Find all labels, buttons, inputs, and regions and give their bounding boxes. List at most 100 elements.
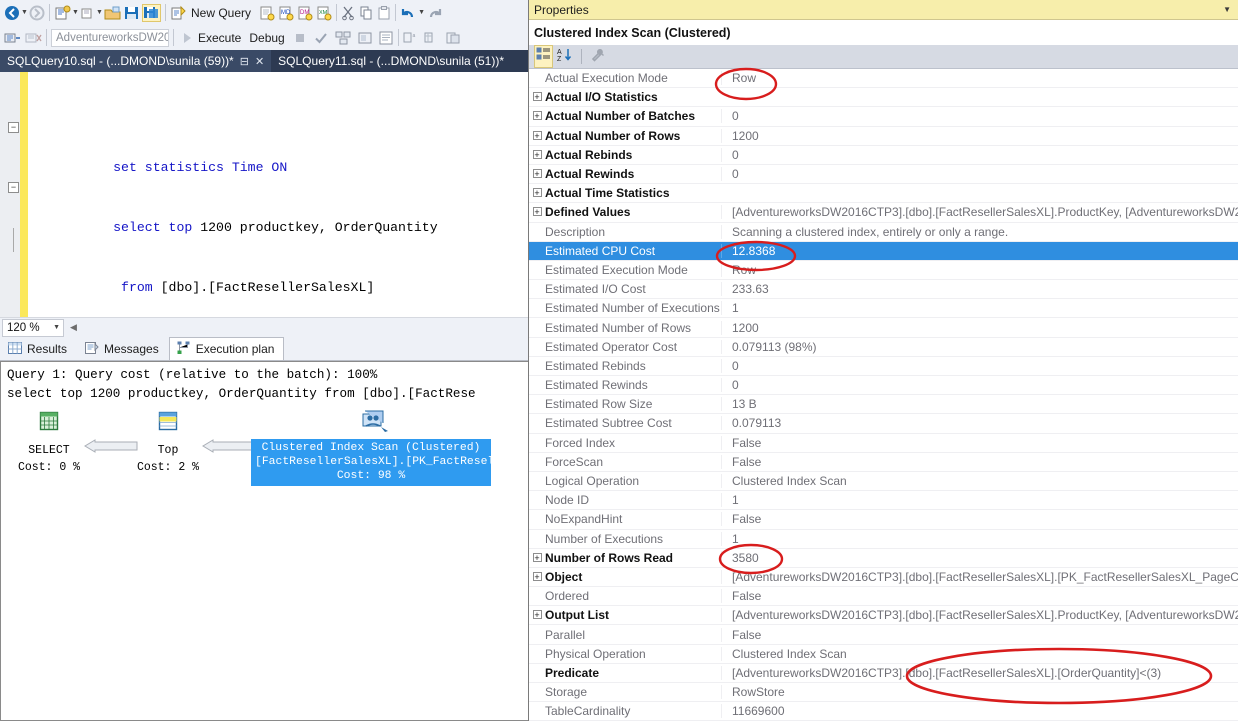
property-row[interactable]: Estimated Rewinds 0 bbox=[529, 376, 1238, 396]
undo-icon[interactable] bbox=[400, 5, 417, 21]
property-value[interactable]: 0.079113 (98%) bbox=[721, 339, 1238, 354]
property-value[interactable]: 1 bbox=[721, 493, 1238, 508]
property-row[interactable]: Predicate [AdventureworksDW2016CTP3].[dbo… bbox=[529, 664, 1238, 683]
display-estimated-plan-icon[interactable] bbox=[335, 30, 352, 46]
property-row[interactable]: Node ID 1 bbox=[529, 491, 1238, 511]
property-value[interactable]: [AdventureworksDW2016CTP3].[dbo].[FactRe… bbox=[721, 665, 1238, 680]
zoom-level-select[interactable]: 120 % ▼ bbox=[2, 318, 64, 337]
cut-icon[interactable] bbox=[341, 5, 355, 21]
property-value[interactable]: 0 bbox=[721, 109, 1238, 124]
property-row[interactable]: + Actual Time Statistics bbox=[529, 184, 1238, 204]
fold-toggle-icon[interactable]: − bbox=[8, 122, 19, 133]
back-dropdown-icon[interactable]: ▼ bbox=[20, 4, 29, 22]
alphabetical-icon[interactable]: AZ bbox=[557, 47, 573, 67]
include-actual-plan-icon[interactable] bbox=[378, 30, 394, 46]
property-value[interactable]: 12.8368 bbox=[721, 243, 1238, 258]
property-value[interactable]: 233.63 bbox=[721, 282, 1238, 297]
navigate-back-icon[interactable] bbox=[4, 5, 20, 21]
execute-icon[interactable] bbox=[180, 30, 194, 46]
property-row[interactable]: NoExpandHint False bbox=[529, 510, 1238, 530]
pin-icon[interactable]: ⊟ bbox=[240, 55, 249, 68]
query-editor[interactable]: − set statistics Time ON − select top 12… bbox=[0, 72, 528, 335]
close-icon[interactable]: ✕ bbox=[255, 55, 264, 68]
expand-icon[interactable]: + bbox=[529, 169, 545, 179]
property-row[interactable]: + Actual Number of Batches 0 bbox=[529, 107, 1238, 127]
property-value[interactable]: 1 bbox=[721, 301, 1238, 316]
property-row[interactable]: Description Scanning a clustered index, e… bbox=[529, 223, 1238, 242]
property-value[interactable]: [AdventureworksDW2016CTP3].[dbo].[FactRe… bbox=[721, 205, 1238, 220]
property-row[interactable]: + Output List [AdventureworksDW2016CTP3].[… bbox=[529, 606, 1238, 626]
expand-icon[interactable]: + bbox=[529, 111, 545, 121]
property-value[interactable]: False bbox=[721, 627, 1238, 642]
property-row[interactable]: Estimated Row Size 13 B bbox=[529, 395, 1238, 415]
hscroll-left-icon[interactable]: ◀ bbox=[70, 322, 77, 333]
new-database-query-icon[interactable] bbox=[170, 5, 187, 21]
property-value[interactable]: Row bbox=[721, 262, 1238, 277]
results-to-file-icon[interactable] bbox=[445, 30, 462, 46]
plan-node-top[interactable]: Top Cost: 2 % bbox=[129, 410, 207, 475]
property-row[interactable]: Estimated Number of Executions 1 bbox=[529, 299, 1238, 319]
categorized-icon[interactable] bbox=[534, 45, 553, 68]
property-row[interactable]: + Actual Rebinds 0 bbox=[529, 146, 1238, 165]
property-value[interactable]: Clustered Index Scan bbox=[721, 646, 1238, 661]
connect-object-explorer-icon[interactable] bbox=[4, 30, 21, 46]
property-value[interactable]: 1 bbox=[721, 531, 1238, 546]
expand-icon[interactable]: + bbox=[529, 92, 545, 102]
property-row[interactable]: Estimated Execution Mode Row bbox=[529, 261, 1238, 281]
new-query-blank-icon[interactable] bbox=[259, 5, 275, 21]
property-value[interactable]: Row bbox=[721, 71, 1238, 86]
property-row[interactable]: Forced Index False bbox=[529, 434, 1238, 453]
save-all-icon[interactable] bbox=[142, 3, 161, 22]
execute-label[interactable]: Execute bbox=[194, 31, 245, 45]
tab-results[interactable]: Results bbox=[0, 337, 77, 360]
property-value[interactable]: 0 bbox=[721, 358, 1238, 373]
debug-label[interactable]: Debug bbox=[245, 31, 288, 45]
property-value[interactable]: [AdventureworksDW2016CTP3].[dbo].[FactRe… bbox=[721, 569, 1238, 584]
property-value[interactable]: False bbox=[721, 512, 1238, 527]
chevron-down-icon[interactable]: ▼ bbox=[1223, 5, 1231, 14]
redo-icon[interactable] bbox=[426, 5, 443, 21]
new-mdx-query-icon[interactable]: MD bbox=[278, 5, 294, 21]
property-value[interactable]: False bbox=[721, 589, 1238, 604]
parse-check-icon[interactable] bbox=[313, 30, 329, 46]
property-row[interactable]: + Defined Values [AdventureworksDW2016CTP3… bbox=[529, 203, 1238, 223]
sql-code[interactable]: − set statistics Time ON − select top 12… bbox=[8, 78, 528, 335]
plan-node-select[interactable]: SELECT Cost: 0 % bbox=[9, 410, 89, 475]
property-value[interactable]: 11669600 bbox=[721, 704, 1238, 719]
stop-icon[interactable] bbox=[293, 30, 307, 46]
property-row[interactable]: + Number of Rows Read 3580 bbox=[529, 549, 1238, 568]
property-row[interactable]: Ordered False bbox=[529, 587, 1238, 607]
property-row[interactable]: Estimated I/O Cost 233.63 bbox=[529, 280, 1238, 300]
property-value[interactable]: 0 bbox=[721, 167, 1238, 182]
property-value[interactable]: [AdventureworksDW2016CTP3].[dbo].[FactRe… bbox=[721, 608, 1238, 623]
undo-dropdown-icon[interactable]: ▼ bbox=[417, 4, 426, 22]
execution-plan-pane[interactable]: Query 1: Query cost (relative to the bat… bbox=[0, 361, 528, 721]
property-row[interactable]: Actual Execution Mode Row bbox=[529, 69, 1238, 89]
plan-node-clustered-index-scan[interactable] bbox=[353, 407, 397, 440]
property-value[interactable]: RowStore bbox=[721, 685, 1238, 700]
property-row[interactable]: Number of Executions 1 bbox=[529, 530, 1238, 549]
disconnect-icon[interactable] bbox=[25, 30, 42, 46]
property-value[interactable]: 1200 bbox=[721, 128, 1238, 143]
property-row[interactable]: + Object [AdventureworksDW2016CTP3].[dbo].… bbox=[529, 568, 1238, 588]
property-row[interactable]: Logical Operation Clustered Index Scan bbox=[529, 472, 1238, 492]
property-pages-icon[interactable] bbox=[590, 47, 606, 67]
tab-sqlquery10[interactable]: SQLQuery10.sql - (...DMOND\sunila (59))*… bbox=[0, 50, 272, 72]
expand-icon[interactable]: + bbox=[529, 207, 545, 217]
property-value[interactable]: False bbox=[721, 435, 1238, 450]
property-value[interactable]: False bbox=[721, 454, 1238, 469]
new-query-dropdown-icon[interactable]: ▼ bbox=[71, 4, 80, 22]
expand-icon[interactable]: + bbox=[529, 188, 545, 198]
property-value[interactable]: Clustered Index Scan bbox=[721, 474, 1238, 489]
property-value[interactable]: 0 bbox=[721, 147, 1238, 162]
expand-icon[interactable]: + bbox=[529, 610, 545, 620]
open-folder-icon[interactable] bbox=[104, 5, 121, 21]
properties-grid[interactable]: Actual Execution Mode Row + Actual I/O Stat… bbox=[529, 69, 1238, 721]
property-row[interactable]: Estimated Operator Cost 0.079113 (98%) bbox=[529, 338, 1238, 357]
property-row[interactable]: Estimated CPU Cost 12.8368 bbox=[529, 241, 1238, 261]
results-to-text-icon[interactable]: a bbox=[403, 30, 420, 46]
property-row[interactable]: Physical Operation Clustered Index Scan bbox=[529, 645, 1238, 664]
property-row[interactable]: + Actual Number of Rows 1200 bbox=[529, 127, 1238, 146]
new-query-label[interactable]: New Query bbox=[187, 6, 255, 20]
expand-icon[interactable]: + bbox=[529, 130, 545, 141]
